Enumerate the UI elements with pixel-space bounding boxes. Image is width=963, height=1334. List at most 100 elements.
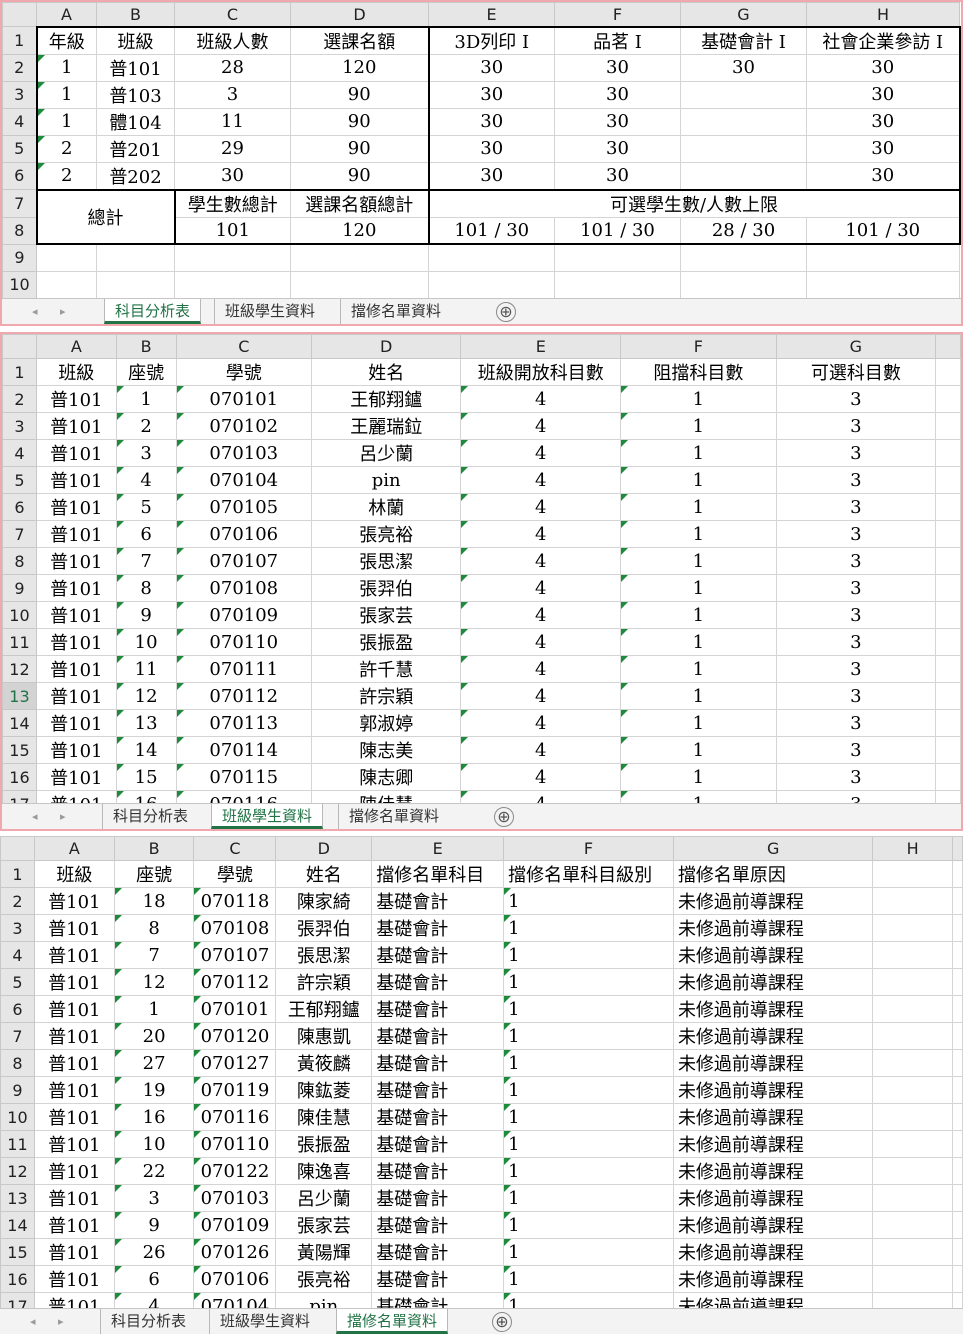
ratio-cell[interactable]: 101 / 30 [427, 216, 555, 245]
cell[interactable]: 普101 [33, 1184, 115, 1212]
tab-scroll-right-icon[interactable]: ▸ [58, 1309, 64, 1334]
cell[interactable]: 30 [427, 161, 555, 190]
cell[interactable] [951, 1130, 963, 1158]
cell[interactable]: 張羿伯 [275, 914, 373, 942]
cell[interactable]: 3 [775, 709, 937, 737]
cell[interactable]: 1 [115, 385, 177, 413]
cell[interactable]: 1 [620, 466, 777, 494]
cell[interactable]: 1 [35, 53, 97, 82]
column-header[interactable]: B [113, 836, 195, 861]
column-header[interactable]: F [554, 2, 681, 27]
quota-total-label[interactable]: 選課名額總計 [290, 188, 429, 218]
row-header[interactable]: 6 [2, 493, 37, 521]
row-header[interactable]: 1 [0, 860, 35, 888]
cell[interactable]: 普101 [33, 1130, 115, 1158]
column-header[interactable]: F [620, 334, 777, 359]
cell[interactable]: 1 [503, 968, 674, 996]
cell[interactable]: 普101 [35, 736, 117, 764]
cell[interactable]: 14 [115, 736, 177, 764]
cell[interactable]: 基礎會計 [371, 1022, 505, 1050]
header-cell[interactable]: 姓名 [311, 358, 462, 386]
cell[interactable] [872, 1265, 953, 1293]
cell[interactable] [36, 270, 97, 299]
cell[interactable]: 070115 [175, 763, 313, 791]
cell[interactable]: 1 [620, 520, 777, 548]
cell[interactable] [806, 243, 960, 272]
cell[interactable] [174, 243, 291, 272]
cell[interactable]: 7 [115, 547, 177, 575]
cell[interactable]: 30 [427, 107, 555, 136]
cell[interactable]: 1 [620, 601, 777, 629]
cell[interactable]: 許宗穎 [311, 682, 462, 710]
cell[interactable]: 29 [174, 134, 291, 163]
row-header[interactable]: 9 [0, 1076, 35, 1104]
cell[interactable]: 3D列印 I [427, 25, 555, 55]
cell[interactable]: 普101 [33, 1049, 115, 1077]
cell[interactable]: 7 [113, 941, 195, 969]
cell[interactable]: 1 [503, 995, 674, 1023]
tab-block-list[interactable]: 擋修名單資料 [336, 1309, 449, 1334]
cell[interactable] [951, 1238, 963, 1266]
cell[interactable]: 1 [503, 941, 674, 969]
cell[interactable]: 普101 [35, 493, 117, 521]
cell[interactable]: 070110 [175, 628, 313, 656]
tab-class-students[interactable]: 班級學生資料 [214, 299, 325, 324]
cell[interactable] [872, 1184, 953, 1212]
cell[interactable]: 15 [115, 763, 177, 791]
cell[interactable]: 3 [775, 763, 937, 791]
row-header[interactable]: 3 [0, 914, 35, 942]
cell[interactable]: 班級人數 [174, 25, 291, 55]
cell[interactable]: 30 [174, 161, 291, 190]
cell[interactable]: 070101 [193, 995, 277, 1023]
column-header[interactable]: D [311, 334, 462, 359]
cell[interactable]: 未修過前導課程 [672, 1130, 874, 1158]
cell[interactable] [872, 1130, 953, 1158]
column-header[interactable] [935, 334, 961, 359]
cell[interactable]: 班級 [96, 25, 175, 55]
cell[interactable] [951, 995, 963, 1023]
cell[interactable]: 6 [113, 1265, 195, 1293]
row-header[interactable]: 7 [2, 189, 37, 218]
row-header[interactable]: 2 [2, 385, 37, 413]
cell[interactable]: 普201 [96, 134, 175, 163]
cell[interactable]: 1 [620, 709, 777, 737]
cell[interactable]: 普101 [33, 1103, 115, 1131]
cell[interactable]: 20 [113, 1022, 195, 1050]
cell[interactable]: 30 [554, 134, 681, 163]
column-header[interactable]: F [503, 836, 674, 861]
cell[interactable]: 90 [290, 107, 429, 136]
tab-scroll-left-icon[interactable]: ◂ [32, 804, 38, 829]
cell[interactable]: 3 [775, 520, 937, 548]
cell[interactable] [428, 243, 555, 272]
cell[interactable]: 普101 [35, 520, 117, 548]
cell[interactable]: 3 [775, 385, 937, 413]
cell[interactable]: 30 [554, 80, 681, 109]
cell[interactable] [951, 1049, 963, 1077]
row-header[interactable]: 15 [0, 1238, 35, 1266]
cell[interactable]: 體104 [96, 107, 175, 136]
header-cell[interactable]: 座號 [115, 358, 177, 386]
cell[interactable]: 30 [806, 80, 961, 109]
tab-scroll-left-icon[interactable]: ◂ [32, 299, 38, 324]
cell[interactable]: 070106 [175, 520, 313, 548]
cell[interactable]: 28 [174, 53, 291, 82]
cell[interactable]: 1 [503, 1238, 674, 1266]
header-cell[interactable]: 擋修名單科目級別 [503, 860, 674, 888]
cell[interactable] [951, 941, 963, 969]
cell[interactable]: 陳家綺 [275, 887, 373, 915]
cell[interactable]: 普202 [96, 161, 175, 190]
cell[interactable] [872, 887, 953, 915]
cell[interactable] [935, 763, 961, 791]
row-header[interactable]: 6 [2, 161, 37, 190]
cell[interactable] [96, 243, 175, 272]
cell[interactable] [935, 412, 961, 440]
column-header[interactable]: C [193, 836, 277, 861]
column-header[interactable]: D [275, 836, 373, 861]
cell[interactable]: 3 [775, 466, 937, 494]
cell[interactable] [951, 887, 963, 915]
cell[interactable]: 陳逸喜 [275, 1157, 373, 1185]
select-all-corner[interactable] [2, 334, 37, 359]
cell[interactable]: 30 [554, 53, 681, 82]
cell[interactable] [935, 628, 961, 656]
cell[interactable]: 4 [460, 682, 622, 710]
